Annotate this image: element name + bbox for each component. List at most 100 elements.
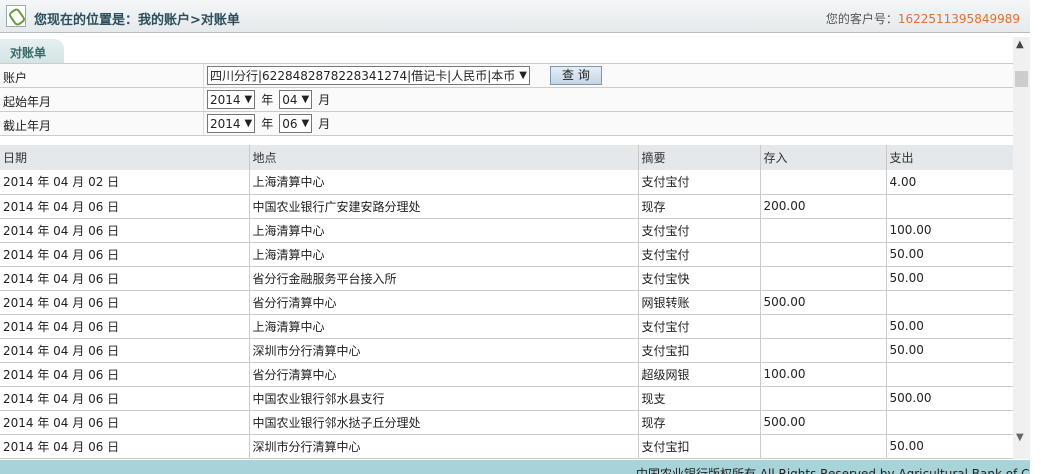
statement-icon: [6, 5, 26, 27]
table-cell: 省分行金融服务平台接入所: [249, 266, 639, 291]
table-cell: 500.00: [886, 386, 1014, 411]
table-cell: 200.00: [760, 194, 887, 219]
table-row: 2014 年 04 月 06 日中国农业银行广安建安路分理处 现存 200.00: [0, 194, 1014, 219]
table-cell: [760, 314, 887, 339]
chevron-down-icon: ▼: [301, 94, 310, 105]
statement-table: 日期 地点 摘要 存入 支出 2014 年 04 月 02 日上海清算中心 支付宝付 4.00…: [0, 145, 1014, 459]
query-button[interactable]: 查 询: [549, 66, 602, 85]
table-cell: 上海清算中心: [249, 218, 639, 243]
table-cell: [760, 218, 887, 243]
table-row: 2014 年 04 月 06 日深圳市分行清算中心 支付宝扣 50.00: [0, 338, 1014, 363]
table-cell: 现支: [638, 386, 761, 411]
table-cell: 现存: [638, 194, 761, 219]
table-cell: 上海清算中心: [249, 242, 639, 267]
table-cell: [760, 170, 887, 195]
customer-number: 您的客户号：1622511395849989: [825, 12, 1020, 26]
account-label: 账户: [0, 64, 204, 87]
table-row: 2014 年 04 月 06 日深圳市分行清算中心 支付宝扣 50.00: [0, 434, 1014, 459]
table-cell: [760, 266, 887, 291]
table-row: 2014 年 04 月 06 日上海清算中心 支付宝付 100.00: [0, 218, 1014, 243]
start-year-select[interactable]: 2014 ▼: [207, 90, 256, 109]
table-cell: 2014 年 04 月 06 日: [0, 362, 250, 387]
table-cell: 2014 年 04 月 06 日: [0, 338, 250, 363]
chevron-down-icon[interactable]: ▼: [1016, 432, 1024, 443]
table-cell: [760, 434, 887, 459]
chevron-down-icon: ▼: [244, 118, 253, 129]
year-unit: 年: [261, 93, 274, 107]
table-cell: 支付宝扣: [638, 434, 761, 459]
table-row: 2014 年 04 月 06 日省分行金融服务平台接入所 支付宝快 50.00: [0, 266, 1014, 291]
account-select[interactable]: 四川分行|6228482878228341274|借记卡|人民币|本币 ▼: [207, 66, 530, 85]
year-unit: 年: [261, 117, 274, 131]
table-cell: 100.00: [886, 218, 1014, 243]
start-label: 起始年月: [0, 88, 204, 111]
table-cell: 现存: [638, 410, 761, 435]
query-form: 账户 四川分行|6228482878228341274|借记卡|人民币|本币 ▼ …: [0, 63, 1013, 136]
column-header: 日期: [0, 145, 250, 170]
table-cell: 500.00: [760, 410, 887, 435]
table-cell: 50.00: [886, 434, 1014, 459]
table-cell: 50.00: [886, 266, 1014, 291]
column-header: 存入: [760, 145, 887, 170]
table-cell: 支付宝付: [638, 218, 761, 243]
column-header: 支出: [886, 145, 1014, 170]
scrollbar[interactable]: ▲ ▼: [1013, 37, 1030, 459]
end-month-select[interactable]: 06 ▼: [279, 114, 313, 133]
table-cell: 2014 年 04 月 06 日: [0, 266, 250, 291]
table-cell: 深圳市分行清算中心: [249, 434, 639, 459]
table-cell: 上海清算中心: [249, 170, 639, 195]
table-cell: 支付宝付: [638, 242, 761, 267]
table-cell: 2014 年 04 月 06 日: [0, 410, 250, 435]
table-cell: 中国农业银行邻水县支行: [249, 386, 639, 411]
tab-statement[interactable]: 对账单: [0, 39, 64, 63]
table-cell: [886, 410, 1014, 435]
table-cell: 2014 年 04 月 06 日: [0, 434, 250, 459]
table-cell: 中国农业银行广安建安路分理处: [249, 194, 639, 219]
table-cell: 支付宝扣: [638, 338, 761, 363]
table-cell: 2014 年 04 月 06 日: [0, 386, 250, 411]
table-cell: 100.00: [760, 362, 887, 387]
table-row: 2014 年 04 月 06 日中国农业银行邻水县支行 现支 500.00: [0, 386, 1014, 411]
table-cell: [886, 290, 1014, 315]
table-cell: 2014 年 04 月 06 日: [0, 218, 250, 243]
table-cell: 支付宝付: [638, 314, 761, 339]
table-cell: 网银转账: [638, 290, 761, 315]
month-unit: 月: [318, 117, 331, 131]
table-cell: 省分行清算中心: [249, 290, 639, 315]
table-cell: 支付宝付: [638, 170, 761, 195]
end-label: 截止年月: [0, 112, 204, 135]
month-unit: 月: [318, 93, 331, 107]
table-cell: [760, 242, 887, 267]
table-cell: 中国农业银行邻水挞子丘分理处: [249, 410, 639, 435]
table-cell: 50.00: [886, 242, 1014, 267]
table-row: 2014 年 04 月 06 日省分行清算中心 网银转账 500.00: [0, 290, 1014, 315]
table-cell: [886, 362, 1014, 387]
chevron-up-icon[interactable]: ▲: [1016, 39, 1024, 50]
table-cell: 50.00: [886, 314, 1014, 339]
chevron-down-icon: ▼: [519, 70, 527, 81]
table-cell: [760, 386, 887, 411]
table-cell: 深圳市分行清算中心: [249, 338, 639, 363]
breadcrumb: 您现在的位置是：我的账户>对账单: [34, 13, 240, 28]
table-cell: 500.00: [760, 290, 887, 315]
table-row: 2014 年 04 月 06 日上海清算中心 支付宝付 50.00: [0, 314, 1014, 339]
end-year-select[interactable]: 2014 ▼: [207, 114, 256, 133]
table-cell: 2014 年 04 月 02 日: [0, 170, 250, 195]
table-cell: 2014 年 04 月 06 日: [0, 290, 250, 315]
table-cell: 50.00: [886, 338, 1014, 363]
chevron-down-icon: ▼: [244, 94, 253, 105]
table-row: 2014 年 04 月 06 日省分行清算中心 超级网银 100.00: [0, 362, 1014, 387]
table-cell: [886, 194, 1014, 219]
table-row: 2014 年 04 月 06 日上海清算中心 支付宝付 50.00: [0, 242, 1014, 267]
footer: 中国农业银行版权所有 All Rights Reserved by Agricu…: [0, 460, 1030, 474]
table-cell: 4.00: [886, 170, 1014, 195]
table-row: 2014 年 04 月 02 日上海清算中心 支付宝付 4.00: [0, 170, 1014, 195]
header-bar: 您现在的位置是：我的账户>对账单 您的客户号：1622511395849989: [0, 0, 1030, 33]
table-cell: 省分行清算中心: [249, 362, 639, 387]
column-header: 摘要: [638, 145, 761, 170]
scrollbar-thumb[interactable]: [1015, 71, 1028, 87]
chevron-down-icon: ▼: [301, 118, 310, 129]
table-cell: [760, 338, 887, 363]
start-month-select[interactable]: 04 ▼: [279, 90, 313, 109]
column-header: 地点: [249, 145, 639, 170]
